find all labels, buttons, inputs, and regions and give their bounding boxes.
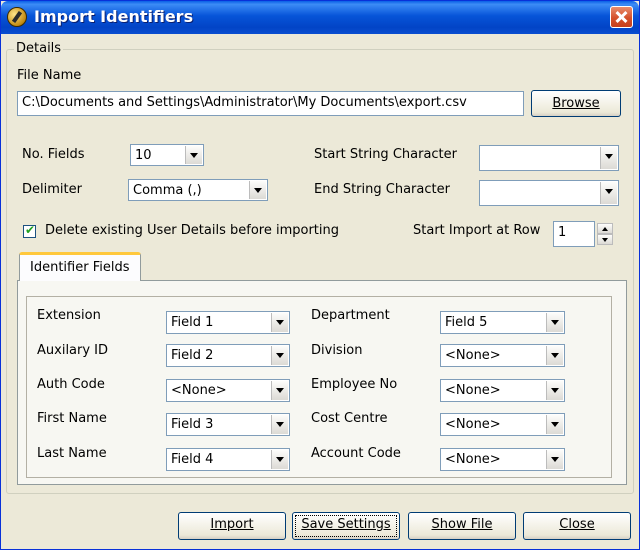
employee-no-value: <None> (445, 383, 501, 398)
chevron-down-icon[interactable] (271, 313, 288, 332)
chevron-down-icon[interactable] (546, 346, 563, 365)
delete-existing-label[interactable]: Delete existing User Details before impo… (45, 223, 339, 238)
save-settings-label: Save Settings (301, 517, 391, 532)
import-label: Import (210, 517, 254, 532)
cost-centre-select[interactable]: <None> (440, 413, 565, 436)
division-value: <None> (445, 348, 501, 363)
file-name-input[interactable]: C:\Documents and Settings\Administrator\… (17, 91, 524, 116)
account-code-select[interactable]: <None> (440, 448, 565, 471)
auxilary-id-select[interactable]: Field 2 (166, 344, 290, 367)
no-fields-value: 10 (135, 148, 152, 163)
auxilary-id-value: Field 2 (171, 348, 214, 363)
last-name-value: Field 4 (171, 452, 214, 467)
department-value: Field 5 (445, 315, 488, 330)
chevron-down-icon[interactable] (546, 415, 563, 434)
delimiter-select[interactable]: Comma (,) (128, 179, 268, 201)
division-select[interactable]: <None> (440, 344, 565, 367)
employee-no-select[interactable]: <None> (440, 379, 565, 402)
browse-button[interactable]: Browse (531, 90, 621, 117)
browse-label: Browse (552, 96, 600, 111)
division-label: Division (311, 343, 363, 358)
no-fields-select[interactable]: 10 (130, 144, 204, 166)
extension-label: Extension (37, 308, 101, 323)
tab-identifier-fields-label: Identifier Fields (30, 260, 130, 275)
cost-centre-label: Cost Centre (311, 411, 388, 426)
start-string-select[interactable] (479, 145, 619, 171)
first-name-select[interactable]: Field 3 (166, 413, 290, 436)
last-name-label: Last Name (37, 446, 107, 461)
import-button[interactable]: Import (178, 512, 286, 540)
cost-centre-value: <None> (445, 417, 501, 432)
import-identifiers-dialog: Import Identifiers Details File Name C:\… (0, 0, 640, 550)
end-string-label: End String Character (314, 182, 450, 197)
department-label: Department (311, 308, 390, 323)
start-row-label: Start Import at Row (413, 223, 541, 238)
close-label: Close (559, 517, 595, 532)
app-icon (7, 7, 27, 27)
last-name-select[interactable]: Field 4 (166, 448, 290, 471)
start-row-input[interactable]: 1 (553, 221, 595, 247)
extension-value: Field 1 (171, 315, 214, 330)
close-window-button[interactable] (610, 6, 633, 28)
tab-identifier-fields[interactable]: Identifier Fields (19, 252, 141, 281)
extension-select[interactable]: Field 1 (166, 311, 290, 334)
chevron-down-icon[interactable] (271, 450, 288, 469)
show-file-button[interactable]: Show File (408, 512, 516, 540)
chevron-down-icon[interactable] (271, 381, 288, 400)
chevron-down-icon[interactable] (600, 147, 617, 169)
chevron-down-icon[interactable] (249, 181, 266, 199)
checkmark-icon: ✔ (25, 223, 36, 237)
spin-down-icon[interactable] (597, 234, 613, 245)
chevron-down-icon[interactable] (546, 313, 563, 332)
employee-no-label: Employee No (311, 377, 398, 392)
chevron-down-icon[interactable] (546, 381, 563, 400)
save-settings-button[interactable]: Save Settings (292, 512, 400, 540)
end-string-select[interactable] (479, 180, 619, 206)
auth-code-value: <None> (171, 383, 227, 398)
chevron-down-icon[interactable] (546, 450, 563, 469)
first-name-label: First Name (37, 411, 107, 426)
chevron-down-icon[interactable] (600, 182, 617, 204)
chevron-down-icon[interactable] (185, 146, 202, 164)
close-button[interactable]: Close (523, 512, 631, 540)
title-bar[interactable]: Import Identifiers (1, 1, 639, 34)
start-string-label: Start String Character (314, 147, 457, 162)
details-legend: Details (14, 41, 64, 56)
chevron-down-icon[interactable] (271, 415, 288, 434)
account-code-label: Account Code (311, 446, 401, 461)
auth-code-select[interactable]: <None> (166, 379, 290, 402)
first-name-value: Field 3 (171, 417, 214, 432)
show-file-label: Show File (431, 517, 493, 532)
delete-existing-checkbox[interactable]: ✔ (23, 223, 36, 238)
delimiter-value: Comma (,) (133, 183, 202, 198)
delimiter-label: Delimiter (22, 182, 82, 197)
account-code-value: <None> (445, 452, 501, 467)
window-title: Import Identifiers (34, 7, 194, 26)
department-select[interactable]: Field 5 (440, 311, 565, 334)
chevron-down-icon[interactable] (271, 346, 288, 365)
auxilary-id-label: Auxilary ID (37, 343, 109, 358)
spin-up-icon[interactable] (597, 223, 613, 234)
file-name-label: File Name (17, 68, 82, 83)
auth-code-label: Auth Code (37, 377, 105, 392)
no-fields-label: No. Fields (22, 147, 85, 162)
